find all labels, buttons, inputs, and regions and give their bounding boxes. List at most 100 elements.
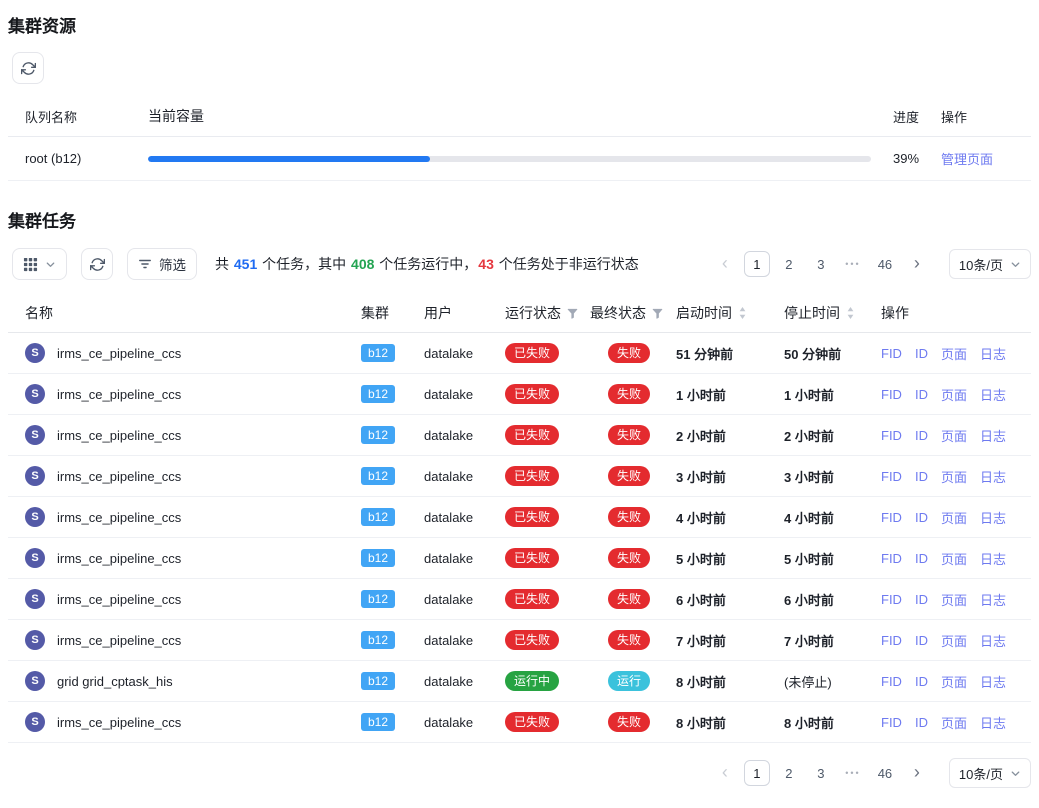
sort-icon[interactable]	[846, 306, 855, 320]
run-status-cell: 已失败	[505, 548, 590, 568]
row-action-page[interactable]: 页面	[941, 467, 967, 486]
filter-funnel-icon[interactable]	[567, 308, 578, 319]
row-action-page[interactable]: 页面	[941, 426, 967, 445]
page-size-select-bottom[interactable]: 10条/页	[949, 758, 1031, 788]
summary-nonrunning-count: 43	[477, 256, 495, 272]
row-action-id[interactable]: ID	[915, 592, 928, 607]
avatar: S	[25, 589, 45, 609]
pagination-next[interactable]: ›	[904, 760, 930, 786]
row-action-log[interactable]: 日志	[980, 385, 1006, 404]
cluster-badge: b12	[361, 549, 395, 567]
pagination-page-46[interactable]: 46	[872, 251, 898, 277]
run-status-badge: 已失败	[505, 630, 559, 650]
resources-table-header: 队列名称 当前容量 进度 操作	[8, 96, 1031, 137]
name-cell: S irms_ce_pipeline_ccs	[8, 507, 361, 527]
pagination-prev[interactable]: ‹	[712, 251, 738, 277]
filter-icon	[138, 257, 152, 271]
final-status-cell: 失败	[590, 589, 676, 609]
row-action-fid[interactable]: FID	[881, 592, 902, 607]
row-action-id[interactable]: ID	[915, 469, 928, 484]
row-action-id[interactable]: ID	[915, 510, 928, 525]
task-name: grid grid_cptask_his	[57, 674, 173, 689]
pagination-page-1[interactable]: 1	[744, 760, 770, 786]
resources-refresh-button[interactable]	[12, 52, 44, 84]
manage-page-link[interactable]: 管理页面	[941, 152, 993, 167]
header-user: 用户	[424, 303, 505, 323]
pagination-page-3[interactable]: 3	[808, 251, 834, 277]
pagination-page-2[interactable]: 2	[776, 251, 802, 277]
row-action-page[interactable]: 页面	[941, 590, 967, 609]
row-action-log[interactable]: 日志	[980, 590, 1006, 609]
cluster-badge: b12	[361, 631, 395, 649]
cluster-cell: b12	[361, 713, 424, 731]
task-name: irms_ce_pipeline_ccs	[57, 510, 181, 525]
name-cell: S irms_ce_pipeline_ccs	[8, 425, 361, 445]
row-action-log[interactable]: 日志	[980, 508, 1006, 527]
row-action-fid[interactable]: FID	[881, 674, 902, 689]
row-action-fid[interactable]: FID	[881, 428, 902, 443]
cluster-cell: b12	[361, 344, 424, 362]
start-time: 5 小时前	[676, 549, 784, 568]
row-action-log[interactable]: 日志	[980, 631, 1006, 650]
row-action-id[interactable]: ID	[915, 346, 928, 361]
tasks-refresh-button[interactable]	[81, 248, 113, 280]
row-action-fid[interactable]: FID	[881, 387, 902, 402]
row-action-log[interactable]: 日志	[980, 713, 1006, 732]
row-action-id[interactable]: ID	[915, 551, 928, 566]
stop-time: 4 小时前	[784, 508, 881, 527]
sort-icon[interactable]	[738, 306, 747, 320]
row-action-fid[interactable]: FID	[881, 510, 902, 525]
final-status-cell: 失败	[590, 425, 676, 445]
final-status-badge: 失败	[608, 384, 650, 404]
row-action-page[interactable]: 页面	[941, 672, 967, 691]
final-status-badge: 失败	[608, 589, 650, 609]
row-action-log[interactable]: 日志	[980, 426, 1006, 445]
pagination-prev[interactable]: ‹	[712, 760, 738, 786]
row-action-id[interactable]: ID	[915, 428, 928, 443]
row-action-page[interactable]: 页面	[941, 385, 967, 404]
final-status-cell: 失败	[590, 507, 676, 527]
row-actions: FID ID 页面日志	[881, 549, 1031, 568]
row-action-log[interactable]: 日志	[980, 549, 1006, 568]
cluster-badge: b12	[361, 344, 395, 362]
row-action-page[interactable]: 页面	[941, 549, 967, 568]
row-action-page[interactable]: 页面	[941, 631, 967, 650]
row-action-id[interactable]: ID	[915, 633, 928, 648]
pagination-page-2[interactable]: 2	[776, 760, 802, 786]
pagination-bottom: ‹123•••46›	[709, 760, 933, 786]
column-settings-button[interactable]	[12, 248, 67, 280]
page-size-select-top[interactable]: 10条/页	[949, 249, 1031, 279]
row-action-page[interactable]: 页面	[941, 508, 967, 527]
row-action-fid[interactable]: FID	[881, 715, 902, 730]
row-action-log[interactable]: 日志	[980, 467, 1006, 486]
table-row: S irms_ce_pipeline_ccs b12 datalake 已失败 …	[8, 497, 1031, 538]
run-status-cell: 已失败	[505, 384, 590, 404]
pagination-next[interactable]: ›	[904, 251, 930, 277]
table-row: S grid grid_cptask_his b12 datalake 运行中 …	[8, 661, 1031, 702]
row-action-fid[interactable]: FID	[881, 469, 902, 484]
stop-time: 5 小时前	[784, 549, 881, 568]
pagination-page-3[interactable]: 3	[808, 760, 834, 786]
row-action-id[interactable]: ID	[915, 674, 928, 689]
row-actions: FID ID 页面日志	[881, 344, 1031, 363]
row-action-id[interactable]: ID	[915, 715, 928, 730]
header-start-time: 启动时间	[676, 303, 784, 323]
pagination-page-46[interactable]: 46	[872, 760, 898, 786]
header-name-label: 名称	[25, 303, 53, 323]
row-action-fid[interactable]: FID	[881, 346, 902, 361]
filter-funnel-icon[interactable]	[652, 308, 663, 319]
pagination-page-1[interactable]: 1	[744, 251, 770, 277]
start-time: 51 分钟前	[676, 344, 784, 363]
run-status-cell: 运行中	[505, 671, 590, 691]
page-size-value: 10条/页	[959, 764, 1003, 783]
row-action-page[interactable]: 页面	[941, 713, 967, 732]
task-name: irms_ce_pipeline_ccs	[57, 428, 181, 443]
row-action-fid[interactable]: FID	[881, 633, 902, 648]
row-action-page[interactable]: 页面	[941, 344, 967, 363]
filter-button[interactable]: 筛选	[127, 248, 197, 280]
tasks-summary: 共 451 个任务，其中 408 个任务运行中，43 个任务处于非运行状态	[215, 254, 639, 274]
row-action-log[interactable]: 日志	[980, 672, 1006, 691]
row-action-fid[interactable]: FID	[881, 551, 902, 566]
row-action-id[interactable]: ID	[915, 387, 928, 402]
row-action-log[interactable]: 日志	[980, 344, 1006, 363]
